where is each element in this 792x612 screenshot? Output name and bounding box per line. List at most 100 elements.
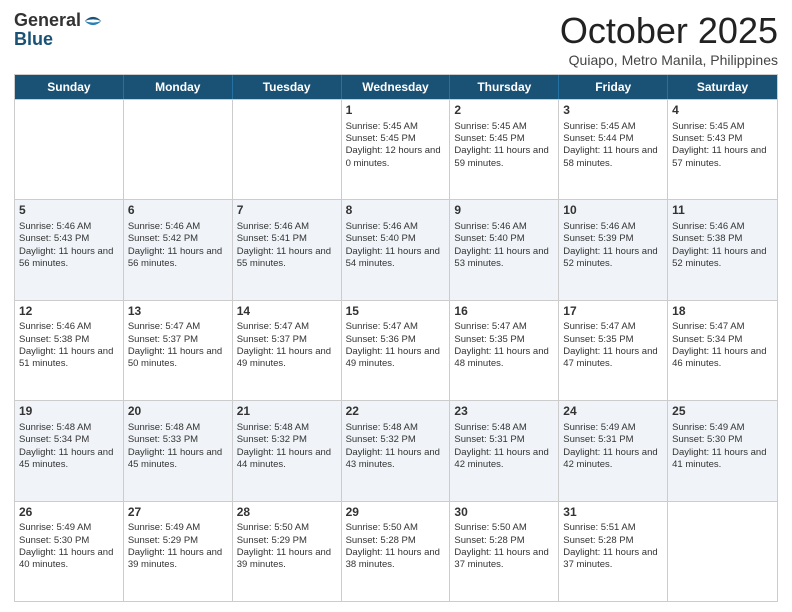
daylight-9: Daylight: 11 hours and 53 minutes. bbox=[454, 246, 554, 271]
cal-cell-3-2: 21Sunrise: 5:48 AMSunset: 5:32 PMDayligh… bbox=[233, 401, 342, 500]
daylight-1: Daylight: 12 hours and 0 minutes. bbox=[346, 145, 446, 170]
sunrise-25: Sunrise: 5:49 AM bbox=[672, 422, 773, 434]
cal-cell-3-0: 19Sunrise: 5:48 AMSunset: 5:34 PMDayligh… bbox=[15, 401, 124, 500]
header-friday: Friday bbox=[559, 75, 668, 99]
cal-cell-2-5: 17Sunrise: 5:47 AMSunset: 5:35 PMDayligh… bbox=[559, 301, 668, 400]
sunrise-21: Sunrise: 5:48 AM bbox=[237, 422, 337, 434]
sunrise-22: Sunrise: 5:48 AM bbox=[346, 422, 446, 434]
day-number-8: 8 bbox=[346, 203, 446, 219]
daylight-25: Daylight: 11 hours and 41 minutes. bbox=[672, 447, 773, 472]
day-number-7: 7 bbox=[237, 203, 337, 219]
cal-row-4: 26Sunrise: 5:49 AMSunset: 5:30 PMDayligh… bbox=[15, 501, 777, 601]
sunset-5: Sunset: 5:43 PM bbox=[19, 233, 119, 245]
cal-cell-0-2 bbox=[233, 100, 342, 199]
sunset-7: Sunset: 5:41 PM bbox=[237, 233, 337, 245]
daylight-6: Daylight: 11 hours and 56 minutes. bbox=[128, 246, 228, 271]
cal-cell-2-1: 13Sunrise: 5:47 AMSunset: 5:37 PMDayligh… bbox=[124, 301, 233, 400]
sunset-13: Sunset: 5:37 PM bbox=[128, 334, 228, 346]
day-number-26: 26 bbox=[19, 505, 119, 521]
calendar: Sunday Monday Tuesday Wednesday Thursday… bbox=[14, 74, 778, 602]
day-number-30: 30 bbox=[454, 505, 554, 521]
daylight-27: Daylight: 11 hours and 39 minutes. bbox=[128, 547, 228, 572]
sunrise-14: Sunrise: 5:47 AM bbox=[237, 321, 337, 333]
sunrise-20: Sunrise: 5:48 AM bbox=[128, 422, 228, 434]
cal-cell-3-3: 22Sunrise: 5:48 AMSunset: 5:32 PMDayligh… bbox=[342, 401, 451, 500]
day-number-29: 29 bbox=[346, 505, 446, 521]
daylight-29: Daylight: 11 hours and 38 minutes. bbox=[346, 547, 446, 572]
day-number-18: 18 bbox=[672, 304, 773, 320]
daylight-5: Daylight: 11 hours and 56 minutes. bbox=[19, 246, 119, 271]
sunrise-6: Sunrise: 5:46 AM bbox=[128, 221, 228, 233]
day-number-19: 19 bbox=[19, 404, 119, 420]
sunrise-8: Sunrise: 5:46 AM bbox=[346, 221, 446, 233]
logo-blue: Blue bbox=[14, 29, 53, 50]
cal-cell-2-0: 12Sunrise: 5:46 AMSunset: 5:38 PMDayligh… bbox=[15, 301, 124, 400]
day-number-11: 11 bbox=[672, 203, 773, 219]
sunrise-1: Sunrise: 5:45 AM bbox=[346, 121, 446, 133]
cal-cell-0-1 bbox=[124, 100, 233, 199]
title-section: October 2025 Quiapo, Metro Manila, Phili… bbox=[560, 10, 778, 68]
day-number-2: 2 bbox=[454, 103, 554, 119]
day-number-16: 16 bbox=[454, 304, 554, 320]
sunrise-7: Sunrise: 5:46 AM bbox=[237, 221, 337, 233]
sunset-6: Sunset: 5:42 PM bbox=[128, 233, 228, 245]
sunrise-16: Sunrise: 5:47 AM bbox=[454, 321, 554, 333]
cal-cell-2-2: 14Sunrise: 5:47 AMSunset: 5:37 PMDayligh… bbox=[233, 301, 342, 400]
sunset-8: Sunset: 5:40 PM bbox=[346, 233, 446, 245]
daylight-4: Daylight: 11 hours and 57 minutes. bbox=[672, 145, 773, 170]
daylight-11: Daylight: 11 hours and 52 minutes. bbox=[672, 246, 773, 271]
sunset-16: Sunset: 5:35 PM bbox=[454, 334, 554, 346]
header-thursday: Thursday bbox=[450, 75, 559, 99]
sunset-9: Sunset: 5:40 PM bbox=[454, 233, 554, 245]
header-saturday: Saturday bbox=[668, 75, 777, 99]
day-number-1: 1 bbox=[346, 103, 446, 119]
sunrise-31: Sunrise: 5:51 AM bbox=[563, 522, 663, 534]
sunset-18: Sunset: 5:34 PM bbox=[672, 334, 773, 346]
logo-icon bbox=[83, 11, 103, 31]
day-number-31: 31 bbox=[563, 505, 663, 521]
sunrise-2: Sunrise: 5:45 AM bbox=[454, 121, 554, 133]
sunset-22: Sunset: 5:32 PM bbox=[346, 434, 446, 446]
day-number-20: 20 bbox=[128, 404, 228, 420]
cal-cell-2-4: 16Sunrise: 5:47 AMSunset: 5:35 PMDayligh… bbox=[450, 301, 559, 400]
day-number-25: 25 bbox=[672, 404, 773, 420]
day-number-14: 14 bbox=[237, 304, 337, 320]
sunrise-10: Sunrise: 5:46 AM bbox=[563, 221, 663, 233]
month-title: October 2025 bbox=[560, 10, 778, 52]
logo-general: General bbox=[14, 10, 81, 31]
day-number-15: 15 bbox=[346, 304, 446, 320]
logo-text: General bbox=[14, 10, 103, 31]
header-sunday: Sunday bbox=[15, 75, 124, 99]
logo: General Blue bbox=[14, 10, 103, 50]
day-number-24: 24 bbox=[563, 404, 663, 420]
cal-cell-3-5: 24Sunrise: 5:49 AMSunset: 5:31 PMDayligh… bbox=[559, 401, 668, 500]
sunrise-23: Sunrise: 5:48 AM bbox=[454, 422, 554, 434]
sunrise-19: Sunrise: 5:48 AM bbox=[19, 422, 119, 434]
sunset-11: Sunset: 5:38 PM bbox=[672, 233, 773, 245]
daylight-14: Daylight: 11 hours and 49 minutes. bbox=[237, 346, 337, 371]
sunset-24: Sunset: 5:31 PM bbox=[563, 434, 663, 446]
sunrise-27: Sunrise: 5:49 AM bbox=[128, 522, 228, 534]
sunrise-26: Sunrise: 5:49 AM bbox=[19, 522, 119, 534]
daylight-2: Daylight: 11 hours and 59 minutes. bbox=[454, 145, 554, 170]
day-number-12: 12 bbox=[19, 304, 119, 320]
sunset-28: Sunset: 5:29 PM bbox=[237, 535, 337, 547]
sunset-15: Sunset: 5:36 PM bbox=[346, 334, 446, 346]
sunrise-13: Sunrise: 5:47 AM bbox=[128, 321, 228, 333]
header-monday: Monday bbox=[124, 75, 233, 99]
sunset-3: Sunset: 5:44 PM bbox=[563, 133, 663, 145]
daylight-28: Daylight: 11 hours and 39 minutes. bbox=[237, 547, 337, 572]
cal-cell-2-3: 15Sunrise: 5:47 AMSunset: 5:36 PMDayligh… bbox=[342, 301, 451, 400]
sunrise-3: Sunrise: 5:45 AM bbox=[563, 121, 663, 133]
daylight-23: Daylight: 11 hours and 42 minutes. bbox=[454, 447, 554, 472]
sunset-4: Sunset: 5:43 PM bbox=[672, 133, 773, 145]
sunset-31: Sunset: 5:28 PM bbox=[563, 535, 663, 547]
cal-cell-1-6: 11Sunrise: 5:46 AMSunset: 5:38 PMDayligh… bbox=[668, 200, 777, 299]
cal-row-2: 12Sunrise: 5:46 AMSunset: 5:38 PMDayligh… bbox=[15, 300, 777, 400]
sunrise-15: Sunrise: 5:47 AM bbox=[346, 321, 446, 333]
page: General Blue October 2025 Quiapo, Metro … bbox=[0, 0, 792, 612]
sunset-30: Sunset: 5:28 PM bbox=[454, 535, 554, 547]
sunset-26: Sunset: 5:30 PM bbox=[19, 535, 119, 547]
daylight-15: Daylight: 11 hours and 49 minutes. bbox=[346, 346, 446, 371]
cal-row-1: 5Sunrise: 5:46 AMSunset: 5:43 PMDaylight… bbox=[15, 199, 777, 299]
